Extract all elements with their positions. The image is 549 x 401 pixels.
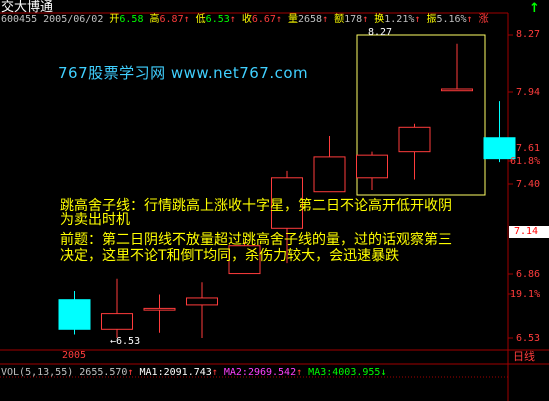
axis-label-19-1: 19.1% xyxy=(510,289,541,300)
code-date: 600455 2005/06/02 xyxy=(1,14,104,25)
low-label: 低 xyxy=(195,14,206,25)
candle-10-body xyxy=(441,88,473,92)
low-price-marker: ←6.53 xyxy=(110,336,141,347)
axis-label-7-61: 7.61 xyxy=(516,143,541,154)
current-price-value: 7.14 xyxy=(514,226,539,237)
ma3-value: 4003.955 xyxy=(332,367,381,378)
ma3-label: MA3: xyxy=(308,367,333,378)
axis-label-6-53: 6.53 xyxy=(516,333,541,344)
stock-chart-window: 交大博通 ↑ 600455 2005/06/02 开6.58 高6.87↑ 低6… xyxy=(0,0,549,401)
quote-bar: 600455 2005/06/02 开6.58 高6.87↑ 低6.53↑ 收6… xyxy=(1,14,489,25)
candle-1-body xyxy=(58,299,91,330)
date-label: 2005 xyxy=(62,350,87,361)
watermark-text: 767股票学习网 www.net767.com xyxy=(58,64,309,82)
open-value: 6.58 xyxy=(119,14,144,25)
axis-label-61-8: 61.8% xyxy=(510,156,541,167)
volume-value: 2658 xyxy=(297,14,323,25)
candle-9-body xyxy=(398,126,431,153)
close-value: 6.67 xyxy=(251,14,276,25)
candle-7-body xyxy=(313,156,346,193)
vol-label: VOL(5,13,55) xyxy=(1,367,74,378)
turnover-value: 1.21% xyxy=(384,14,415,25)
volume-indicator-bar: VOL(5,13,55) 2655.570↑ MA1:2091.743↑ MA2… xyxy=(1,367,387,378)
amount-value: 178 xyxy=(344,14,363,25)
ma1-label: MA1: xyxy=(139,367,164,378)
candle-8-body xyxy=(356,154,388,179)
stock-name: 交大博通 xyxy=(1,0,54,15)
ma2-label: MA2: xyxy=(223,367,248,378)
turnover-label: 换 xyxy=(374,14,385,25)
candle-3-body xyxy=(143,307,176,311)
axis-label-8-27: 8.27 xyxy=(516,29,541,40)
open-label: 开 xyxy=(109,14,120,25)
ma1-value: 2091.743 xyxy=(163,367,212,378)
low-value: 6.53 xyxy=(205,14,230,25)
peak-price-label: 8.27 xyxy=(368,27,393,38)
candle-2-body xyxy=(101,313,133,330)
annotation-line-4: 决定，这里不论T和倒T均同，杀伤力较大，会迅速暴跌 xyxy=(60,248,400,264)
axis-label-6-86: 6.86 xyxy=(516,269,541,280)
candle-4-body xyxy=(186,297,218,306)
high-value: 6.87 xyxy=(159,14,184,25)
current-price-tag: 7.14 xyxy=(509,226,549,238)
axis-label-7-94: 7.94 xyxy=(516,87,541,98)
amplitude-label: 振 xyxy=(426,14,437,25)
period-label[interactable]: 日线 xyxy=(513,351,535,362)
amount-label: 额 xyxy=(334,14,345,25)
close-label: 收 xyxy=(241,14,252,25)
annotation-line-3: 前题：第二日阴线不放量超过跳高舍子线的量，过的话观察第三 xyxy=(60,232,452,248)
axis-label-7-40: 7.40 xyxy=(516,179,541,190)
vol-value: 2655.570 xyxy=(79,367,128,378)
change-label: 涨 xyxy=(478,14,489,25)
amplitude-value: 5.16% xyxy=(436,14,467,25)
ma2-value: 2969.542 xyxy=(247,367,297,378)
high-label: 高 xyxy=(149,14,160,25)
up-arrow-icon[interactable]: ↑ xyxy=(529,2,540,15)
volume-label: 量 xyxy=(287,14,298,25)
annotation-line-2: 为卖出时机 xyxy=(60,212,130,228)
